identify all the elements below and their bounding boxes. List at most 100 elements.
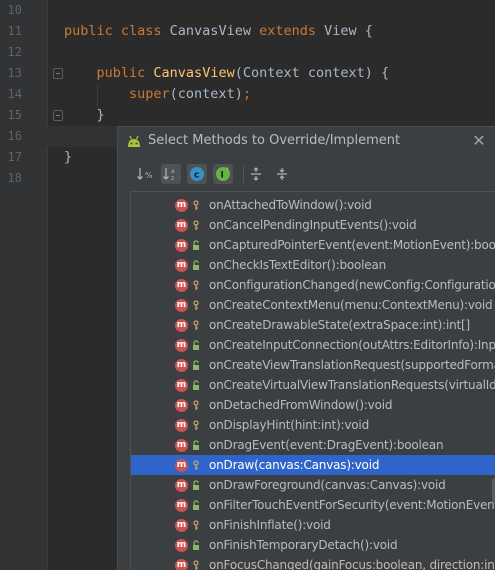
code-token: (context) (169, 86, 243, 102)
code-text: } (64, 105, 105, 126)
method-row[interactable]: m onCapturedPointerEvent(event:MotionEven… (131, 235, 495, 255)
protected-visibility-icon (193, 200, 199, 210)
toolbar-separator (243, 166, 244, 183)
svg-text:c: c (194, 171, 199, 181)
protected-visibility-icon (193, 280, 199, 290)
method-icon: m (175, 419, 188, 432)
method-signature: onFilterTouchEventForSecurity(event:Moti… (209, 498, 495, 512)
method-row[interactable]: m onCheckIsTextEditor():boolean (131, 255, 495, 275)
line-number: 12 (7, 45, 22, 59)
method-row[interactable]: m onCreateInputConnection(outAttrs:Editor… (131, 335, 495, 355)
public-visibility-icon (193, 360, 199, 370)
method-row[interactable]: m onConfigurationChanged(newConfig:Config… (131, 275, 495, 295)
method-icon: m (175, 239, 188, 252)
protected-visibility-icon (193, 420, 199, 430)
protected-visibility-icon (193, 520, 199, 530)
method-row[interactable]: m onDraw(canvas:Canvas):void (131, 455, 495, 475)
method-signature: onCapturedPointerEvent(event:MotionEvent… (209, 238, 495, 252)
svg-text:a: a (171, 168, 175, 175)
code-text: public CanvasView(Context context) { (64, 63, 390, 84)
code-line[interactable]: 12 (0, 42, 495, 63)
method-signature: onCreateDrawableState(extraSpace:int):in… (209, 318, 470, 332)
line-number: 10 (7, 3, 22, 17)
public-visibility-icon (193, 260, 199, 270)
method-icon: m (175, 199, 188, 212)
code-line[interactable]: 10 (0, 0, 495, 21)
method-signature: onDetachedFromWindow():void (209, 398, 393, 412)
method-row[interactable]: m onCreateVirtualViewTranslationRequests(… (131, 375, 495, 395)
line-number: 17 (7, 150, 22, 164)
method-signature: onCreateViewTranslationRequest(supported… (209, 358, 495, 372)
method-signature: onConfigurationChanged(newConfig:Configu… (209, 278, 495, 292)
protected-visibility-icon (193, 320, 199, 330)
code-token: ; (242, 86, 251, 102)
sort-by-visibility-icon[interactable]: % (135, 164, 155, 184)
line-number: 16 (7, 129, 22, 143)
method-icon: m (175, 279, 188, 292)
line-number: 11 (7, 24, 22, 38)
code-token: (Context context) { (234, 65, 390, 81)
method-row[interactable]: m onCreateDrawableState(extraSpace:int):i… (131, 315, 495, 335)
override-methods-dialog: Select Methods to Override/Implement ✕ %… (117, 126, 495, 570)
method-signature: onFinishInflate():void (209, 518, 331, 532)
code-token: public class (64, 23, 170, 39)
method-row[interactable]: m onAttachedToWindow():void (131, 195, 495, 215)
method-row[interactable]: m onDragEvent(event:DragEvent):boolean (131, 435, 495, 455)
method-signature: onFinishTemporaryDetach():void (209, 538, 398, 552)
code-text: } (64, 147, 72, 168)
method-signature: onFocusChanged(gainFocus:boolean, direct… (209, 558, 495, 570)
public-visibility-icon (193, 480, 199, 490)
code-line[interactable]: 15 } (0, 105, 495, 126)
svg-text:%: % (145, 171, 153, 180)
expand-all-icon[interactable] (246, 164, 266, 184)
method-row[interactable]: m onCreateContextMenu(menu:ContextMenu):v… (131, 295, 495, 315)
code-token: View { (324, 23, 373, 39)
protected-visibility-icon (193, 220, 199, 230)
code-line[interactable]: 13 public CanvasView(Context context) { (0, 63, 495, 84)
method-row[interactable]: m onFocusChanged(gainFocus:boolean, direc… (131, 555, 495, 570)
public-visibility-icon (193, 500, 199, 510)
method-row[interactable]: m onFinishInflate():void (131, 515, 495, 535)
method-row[interactable]: m onCancelPendingInputEvents():void (131, 215, 495, 235)
method-icon: m (175, 519, 188, 532)
code-text: super(context); (64, 84, 251, 105)
protected-visibility-icon (193, 460, 199, 470)
close-icon[interactable]: ✕ (470, 132, 488, 150)
line-number: 15 (7, 108, 22, 122)
code-line[interactable]: 11 public class CanvasView extends View { (0, 21, 495, 42)
methods-list[interactable]: m onAttachedToWindow():void m onCancelPendi… (130, 191, 495, 570)
method-icon: m (175, 299, 188, 312)
method-signature: onDragEvent(event:DragEvent):boolean (209, 438, 444, 452)
method-icon: m (175, 339, 188, 352)
method-row[interactable]: m onCreateViewTranslationRequest(supporte… (131, 355, 495, 375)
line-number: 13 (7, 66, 22, 80)
method-icon: m (175, 379, 188, 392)
sort-alphabetically-icon[interactable]: az (161, 164, 181, 184)
method-icon: m (175, 259, 188, 272)
method-icon: m (175, 499, 188, 512)
svg-text:I: I (221, 171, 224, 181)
method-row[interactable]: m onDetachedFromWindow():void (131, 395, 495, 415)
method-signature: onAttachedToWindow():void (209, 198, 372, 212)
method-signature: onCancelPendingInputEvents():void (209, 218, 417, 232)
show-classes-icon[interactable]: c (187, 164, 207, 184)
line-number: 18 (7, 171, 22, 185)
collapse-all-icon[interactable] (272, 164, 292, 184)
public-visibility-icon (193, 440, 199, 450)
code-token: super (129, 86, 170, 102)
fold-marker-icon[interactable] (53, 68, 63, 79)
method-row[interactable]: m onFinishTemporaryDetach():void (131, 535, 495, 555)
show-interfaces-icon[interactable]: I ↑ (213, 164, 233, 184)
code-token: } (64, 107, 105, 123)
dialog-title-bar: Select Methods to Override/Implement ✕ (118, 127, 495, 156)
line-number: 14 (7, 87, 22, 101)
method-signature: onDraw(canvas:Canvas):void (209, 458, 380, 472)
method-row[interactable]: m onFilterTouchEventForSecurity(event:Mot… (131, 495, 495, 515)
public-visibility-icon (193, 340, 199, 350)
method-icon: m (175, 479, 188, 492)
method-row[interactable]: m onDrawForeground(canvas:Canvas):void (131, 475, 495, 495)
method-row[interactable]: m onDisplayHint(hint:int):void (131, 415, 495, 435)
fold-marker-icon[interactable] (53, 110, 63, 121)
code-line[interactable]: 14 super(context); (0, 84, 495, 105)
